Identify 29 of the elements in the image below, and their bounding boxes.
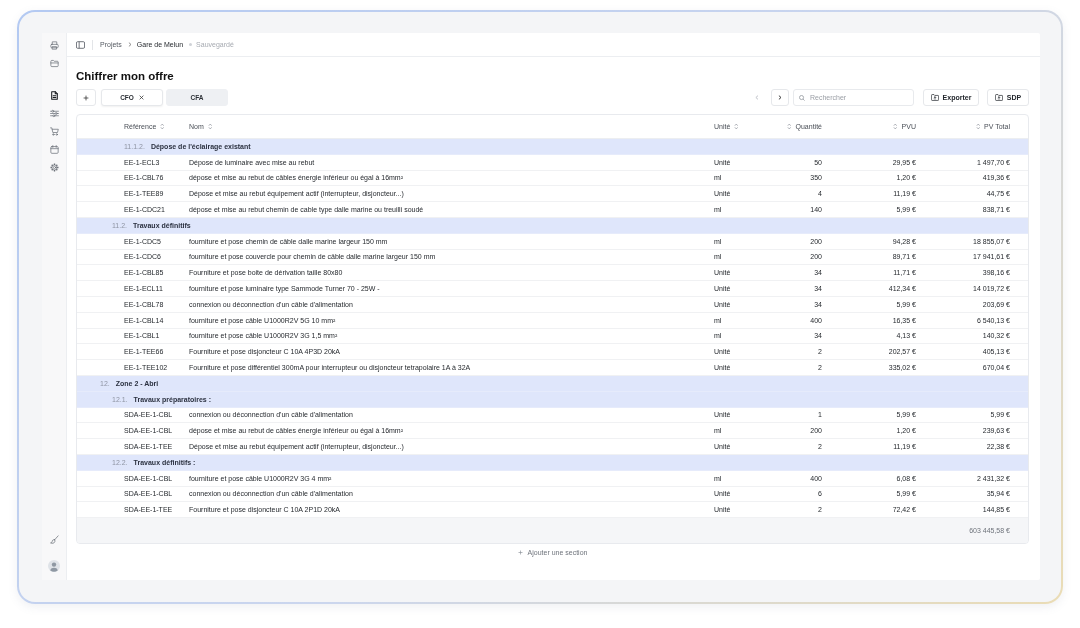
panel-icon[interactable] — [76, 40, 85, 49]
sliders-icon[interactable] — [49, 109, 59, 118]
chevron-right-icon — [778, 95, 782, 100]
sort-icon[interactable] — [975, 123, 981, 130]
plus-icon — [517, 549, 523, 555]
sort-icon[interactable] — [787, 123, 792, 130]
folder-icon[interactable] — [49, 59, 59, 68]
avatar-icon[interactable] — [48, 560, 60, 572]
folder-arrow-icon — [930, 94, 939, 101]
printer-icon[interactable] — [49, 41, 59, 50]
search-icon — [799, 94, 805, 101]
sort-icon[interactable] — [160, 123, 165, 130]
cart-icon[interactable] — [49, 127, 59, 136]
brush-icon[interactable] — [49, 535, 59, 544]
next-button[interactable] — [771, 89, 789, 106]
chevron-right-icon — [127, 42, 132, 47]
sort-icon[interactable] — [207, 123, 213, 130]
folder-arrow-icon — [994, 94, 1003, 101]
sort-icon[interactable] — [734, 123, 739, 130]
page-title: Chiffrer mon offre — [76, 69, 175, 83]
document-icon[interactable] — [49, 91, 59, 100]
settings-icon[interactable] — [49, 163, 59, 172]
sort-icon[interactable] — [893, 123, 898, 130]
plus-icon — [83, 94, 89, 101]
calendar-icon[interactable] — [49, 145, 59, 154]
chevron-left-icon — [755, 95, 759, 100]
dot-icon — [189, 43, 193, 46]
close-icon[interactable] — [138, 95, 144, 100]
add-tab-button[interactable] — [76, 89, 96, 106]
